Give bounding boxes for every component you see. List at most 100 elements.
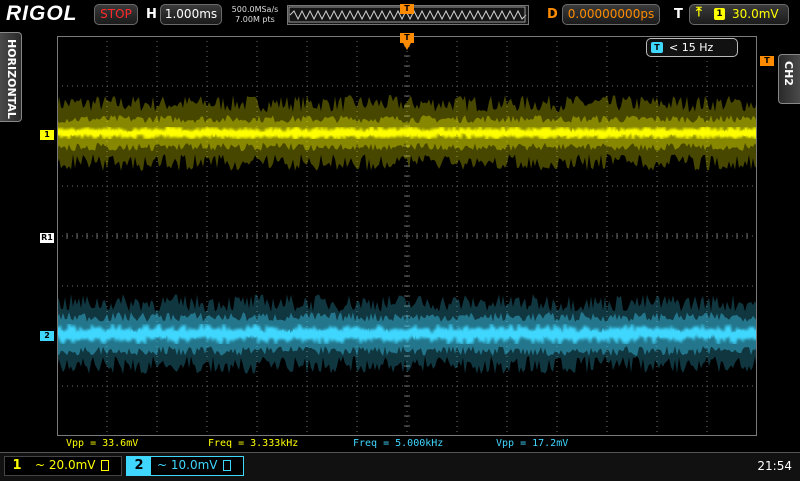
grid-dot	[722, 385, 723, 387]
memory-position-strip[interactable]: T	[287, 4, 529, 25]
grid-dot	[242, 385, 243, 387]
grid-dot	[106, 176, 108, 177]
grid-dot	[556, 71, 558, 72]
grid-dot	[606, 41, 608, 42]
grid-dot	[706, 411, 708, 412]
waveform-display[interactable]	[57, 36, 757, 436]
grid-dot	[306, 391, 308, 392]
grid-dot	[256, 46, 258, 47]
grid-dot	[662, 235, 663, 237]
trigger-readout[interactable]: ⤒ 1 30.0mV	[689, 4, 789, 25]
ch1-status-box[interactable]: 1 ~ 20.0mV	[4, 456, 122, 476]
grid-dot	[306, 211, 308, 212]
grid-dot	[156, 426, 158, 427]
grid-dot	[106, 56, 108, 57]
grid-dot	[106, 251, 108, 252]
ch1-bandwidth-icon	[101, 460, 109, 471]
grid-dot	[382, 285, 383, 287]
grid-dot	[256, 291, 258, 292]
grid-dot	[452, 235, 453, 237]
grid-dot	[432, 285, 433, 287]
grid-dot	[72, 285, 73, 287]
grid-dot	[332, 85, 333, 87]
horizontal-label: H	[146, 7, 157, 22]
grid-dot	[656, 246, 658, 247]
grid-dot	[347, 285, 348, 287]
ch2-menu-tab[interactable]: CH2	[778, 54, 800, 104]
grid-dot	[357, 85, 358, 87]
grid-dot	[456, 406, 458, 407]
grid-dot	[656, 396, 658, 397]
ch1-offset-marker[interactable]: 1	[40, 130, 54, 140]
grid-dot	[182, 85, 183, 87]
grid-dot	[456, 171, 458, 172]
grid-dot	[707, 185, 708, 187]
grid-dot	[647, 85, 648, 87]
grid-dot	[137, 185, 138, 187]
delay-readout[interactable]: 0.00000000ps	[562, 4, 660, 25]
grid-dot	[306, 406, 308, 407]
grid-dot	[706, 81, 708, 82]
grid-dot	[456, 211, 458, 212]
grid-dot	[306, 426, 308, 427]
grid-dot	[152, 85, 153, 87]
grid-dot	[417, 285, 418, 287]
grid-dot	[106, 191, 108, 192]
grid-dot	[212, 235, 213, 237]
timebase-readout[interactable]: 1.000ms	[160, 4, 222, 25]
run-stop-status[interactable]: STOP	[94, 4, 138, 25]
grid-dot	[442, 385, 443, 387]
ch2-status-box[interactable]: 2 ~ 10.0mV	[126, 456, 244, 476]
grid-dot	[156, 66, 158, 67]
measurement-ch1-vpp[interactable]: Vpp = 33.6mV	[66, 438, 138, 449]
trigger-level-marker[interactable]: T	[760, 56, 774, 66]
grid-dot	[656, 276, 658, 277]
grid-dot	[82, 385, 83, 387]
grid-dot	[377, 385, 378, 387]
grid-dot	[602, 235, 603, 237]
measurement-ch1-freq[interactable]: Freq = 3.333kHz	[208, 438, 298, 449]
grid-dot	[306, 421, 308, 422]
grid-dot	[556, 46, 558, 47]
grid-dot	[156, 191, 158, 192]
grid-dot	[372, 185, 373, 187]
grid-dot	[457, 385, 458, 387]
grid-dot	[506, 261, 508, 262]
grid-dot	[647, 285, 648, 287]
grid-dot	[247, 185, 248, 187]
grid-dot	[72, 385, 73, 387]
ref-marker[interactable]: R1	[40, 233, 54, 243]
grid-dot	[356, 231, 358, 232]
grid-dot	[206, 246, 208, 247]
grid-dot	[527, 185, 528, 187]
grid-dot	[456, 96, 458, 97]
grid-dot	[306, 181, 308, 182]
measurement-ch2-vpp[interactable]: Vpp = 17.2mV	[496, 438, 568, 449]
trigger-position-marker[interactable]: T	[400, 33, 414, 43]
ch2-offset-marker[interactable]: 2	[40, 331, 54, 341]
grid-dot	[322, 235, 323, 237]
grid-dot	[306, 241, 308, 242]
grid-dot	[417, 385, 418, 387]
grid-dot	[127, 385, 128, 387]
grid-dot	[106, 41, 108, 42]
grid-dot	[67, 285, 68, 287]
grid-dot	[656, 201, 658, 202]
grid-dot	[492, 385, 493, 387]
grid-dot	[152, 385, 153, 387]
grid-dot	[506, 271, 508, 272]
grid-dot	[356, 56, 358, 57]
filter-readout[interactable]: T < 15 Hz	[646, 38, 738, 57]
grid-dot	[206, 181, 208, 182]
measurement-ch2-freq[interactable]: Freq = 5.000kHz	[353, 438, 443, 449]
grid-dot	[556, 56, 558, 57]
grid-dot	[206, 411, 208, 412]
horizontal-menu-tab[interactable]: HORIZONTAL	[0, 32, 22, 122]
grid-dot	[206, 281, 208, 282]
grid-dot	[406, 191, 408, 192]
grid-dot	[256, 56, 258, 57]
grid-dot	[122, 235, 123, 237]
grid-dot	[456, 271, 458, 272]
grid-dot	[506, 291, 508, 292]
grid-dot	[177, 385, 178, 387]
